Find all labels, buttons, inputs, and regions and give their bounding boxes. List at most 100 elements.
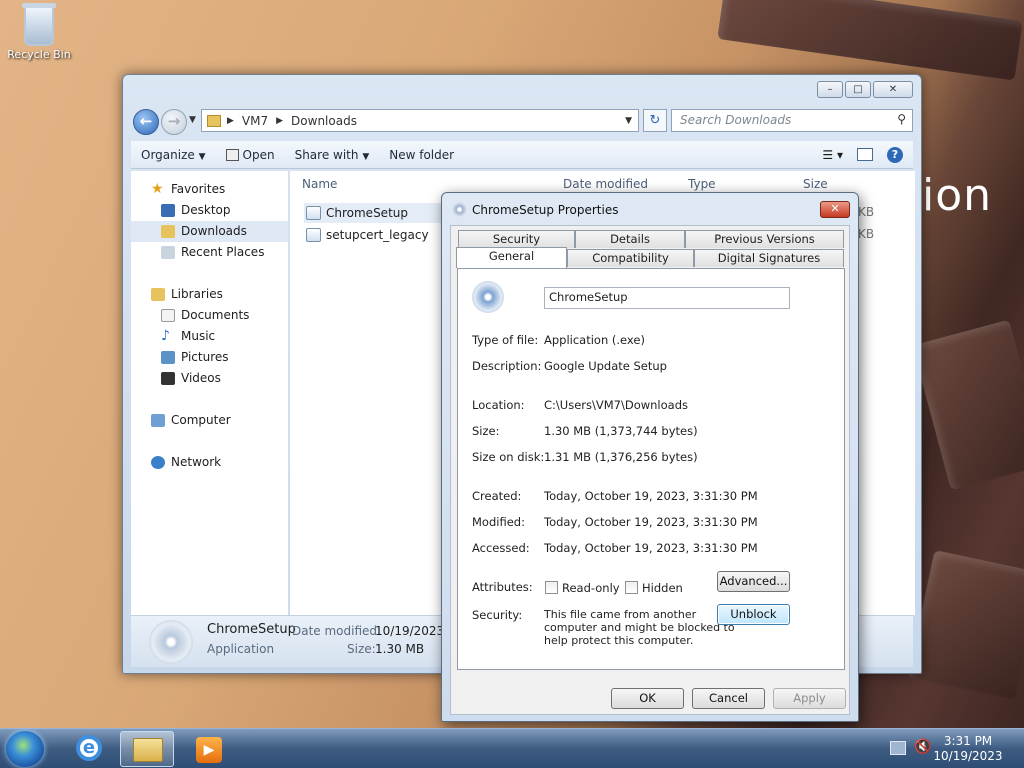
help-icon[interactable]: ? [887,146,903,163]
accessed-value: Today, October 19, 2023, 3:31:30 PM [544,541,758,555]
navigation-pane: ★ Favorites Desktop Downloads Recent Plac… [131,171,289,615]
preview-pane-icon[interactable] [857,148,873,161]
volume-muted-icon[interactable]: 🔇 [914,739,931,755]
nav-recent-places[interactable]: Recent Places [131,242,288,263]
videos-icon [161,372,175,385]
breadcrumb-chevron-icon[interactable]: ▶ [276,116,283,126]
nav-downloads[interactable]: Downloads [131,221,288,242]
file-size-tail: KB [858,205,875,219]
column-type[interactable]: Type [688,177,716,191]
readonly-label[interactable]: Read-only [562,581,620,595]
unblock-button[interactable]: Unblock [717,604,790,625]
open-button[interactable]: Open [216,148,285,162]
address-bar[interactable]: ▶ VM7 ▶ Downloads ▼ [201,109,639,132]
apply-button[interactable]: Apply [773,688,846,709]
internet-explorer-icon: e [76,735,102,761]
minimize-button[interactable]: – [817,81,843,98]
dialog-title: ChromeSetup Properties [472,203,619,217]
nav-libraries[interactable]: Libraries [131,284,288,305]
close-button[interactable]: ✕ [873,81,913,98]
breadcrumb-chevron-icon[interactable]: ▶ [227,116,234,126]
cancel-button[interactable]: Cancel [692,688,765,709]
chevron-down-icon: ▼ [362,151,370,162]
recent-places-icon [161,246,175,259]
ok-button[interactable]: OK [611,688,684,709]
back-button[interactable]: ← [133,109,159,135]
taskbar-media-player[interactable]: ▶ [182,731,236,767]
hidden-checkbox[interactable] [625,581,638,594]
network-tray-icon[interactable] [890,741,906,755]
hidden-label[interactable]: Hidden [642,581,683,595]
modified-value: Today, October 19, 2023, 3:31:30 PM [544,515,758,529]
properties-dialog: ChromeSetup Properties ✕ Security Detail… [441,192,859,722]
organize-menu[interactable]: Organize ▼ [131,148,216,162]
search-placeholder: Search Downloads [680,113,792,127]
created-label: Created: [472,489,522,503]
location-value: C:\Users\VM7\Downloads [544,398,688,412]
nav-videos[interactable]: Videos [131,368,288,389]
column-size[interactable]: Size [803,177,828,191]
maximize-button[interactable]: □ [845,81,871,98]
nav-computer[interactable]: Computer [131,410,288,431]
recycle-bin-label: Recycle Bin [7,48,71,61]
share-with-menu[interactable]: Share with ▼ [285,148,380,162]
file-row-setupcert-legacy[interactable]: setupcert_legacy [304,225,429,245]
nav-favorites[interactable]: ★ Favorites [131,179,288,200]
file-name-field[interactable]: ChromeSetup [544,287,790,309]
type-value: Application (.exe) [544,333,645,347]
location-label: Location: [472,398,525,412]
star-icon: ★ [151,181,164,197]
breadcrumb-vm7[interactable]: VM7 [242,114,268,128]
desktop-icon [161,204,175,217]
wallpaper-chocolate [912,319,1024,491]
details-file-type: Application [207,642,275,656]
breadcrumb-downloads[interactable]: Downloads [291,114,357,128]
column-name[interactable]: Name [302,177,337,191]
tab-security[interactable]: Security [458,230,575,248]
view-options-icon[interactable]: ☰ ▾ [822,148,843,162]
column-date-modified[interactable]: Date modified [563,177,648,191]
folder-icon [133,738,163,762]
nav-pictures[interactable]: Pictures [131,347,288,368]
nav-music[interactable]: ♪ Music [131,326,288,347]
modified-label: Modified: [472,515,525,529]
open-icon [225,149,239,161]
libraries-icon [151,288,165,301]
advanced-button[interactable]: Advanced... [717,571,790,592]
readonly-checkbox[interactable] [545,581,558,594]
security-label: Security: [472,608,523,622]
network-icon [151,456,165,469]
installer-icon [472,281,504,313]
nav-documents[interactable]: Documents [131,305,288,326]
wallpaper-chocolate [717,0,1023,81]
tab-digital-signatures[interactable]: Digital Signatures [694,249,844,267]
file-row-chromesetup[interactable]: ChromeSetup [304,203,444,223]
start-button[interactable] [6,731,44,767]
taskbar-internet-explorer[interactable]: e [62,731,116,767]
dialog-close-button[interactable]: ✕ [820,201,850,218]
nav-network[interactable]: Network [131,452,288,473]
description-label: Description: [472,359,542,373]
description-value: Google Update Setup [544,359,667,373]
recent-pages-chevron-icon[interactable]: ▼ [189,115,196,125]
address-dropdown-icon[interactable]: ▼ [625,116,632,126]
forward-button[interactable]: → [161,109,187,135]
tab-general[interactable]: General [456,247,567,268]
music-icon: ♪ [161,328,170,344]
details-size-value: 1.30 MB [375,642,425,656]
search-icon[interactable]: ⚲ [897,112,906,126]
created-value: Today, October 19, 2023, 3:31:30 PM [544,489,758,503]
tab-previous-versions[interactable]: Previous Versions [685,230,844,248]
general-tab-page: ChromeSetup Type of file: Application (.… [457,268,845,670]
size-label: Size: [472,424,500,438]
refresh-button[interactable]: ↻ [643,109,667,132]
tab-compatibility[interactable]: Compatibility [567,249,694,267]
search-input[interactable]: Search Downloads ⚲ [671,109,913,132]
tab-details[interactable]: Details [575,230,685,248]
taskbar-windows-explorer[interactable] [120,731,174,767]
nav-desktop[interactable]: Desktop [131,200,288,221]
type-label: Type of file: [472,333,539,347]
new-folder-button[interactable]: New folder [379,148,464,162]
clock[interactable]: 3:31 PM 10/19/2023 [932,734,1004,764]
recycle-bin-shortcut[interactable]: Recycle Bin [6,3,72,61]
